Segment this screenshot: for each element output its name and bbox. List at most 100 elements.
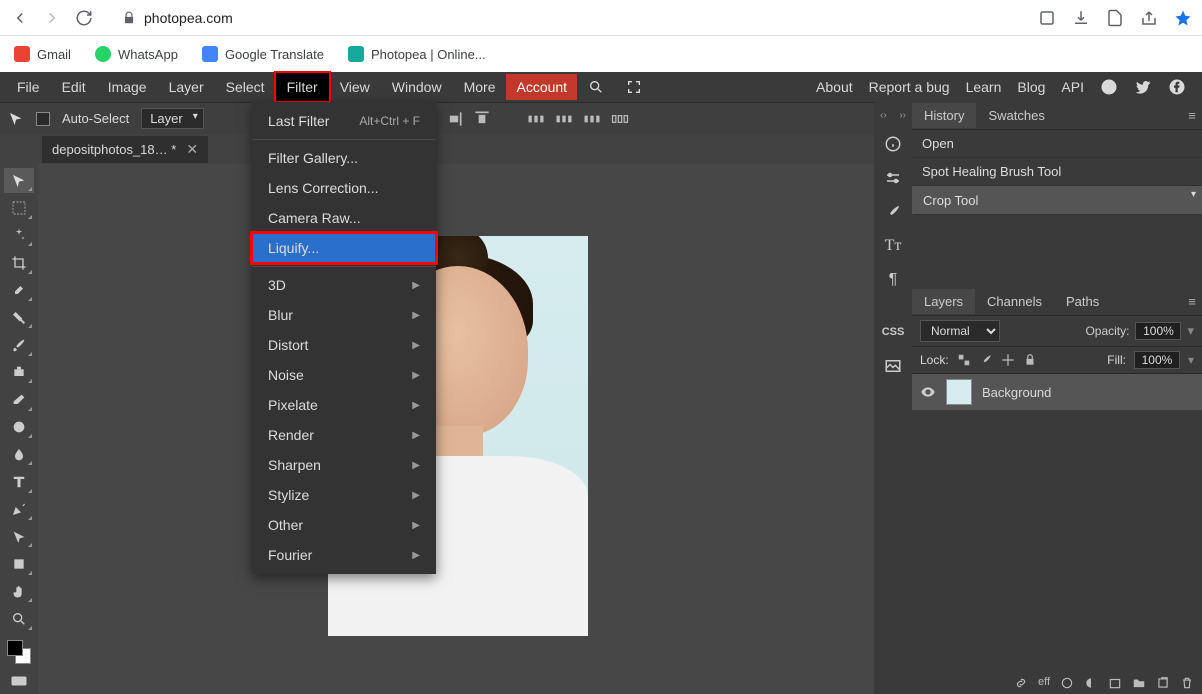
opacity-value[interactable]: 100% xyxy=(1135,322,1181,340)
history-item[interactable]: Open xyxy=(912,130,1202,158)
filter-pixelate[interactable]: Pixelate▶ xyxy=(252,390,436,420)
tab-layers[interactable]: Layers xyxy=(912,289,975,314)
nav-back-button[interactable] xyxy=(10,8,30,28)
delete-layer-icon[interactable] xyxy=(1180,676,1194,690)
distribute-2-icon[interactable] xyxy=(554,109,574,129)
eraser-tool[interactable] xyxy=(4,387,34,412)
menu-filter[interactable]: Filter xyxy=(276,73,329,101)
bookmark-photopea[interactable]: Photopea | Online... xyxy=(348,46,486,62)
link-api[interactable]: API xyxy=(1061,79,1084,95)
menu-layer[interactable]: Layer xyxy=(158,73,215,101)
filter-stylize[interactable]: Stylize▶ xyxy=(252,480,436,510)
panel-menu-icon[interactable]: ≡ xyxy=(1182,108,1202,123)
twitter-icon[interactable] xyxy=(1134,78,1152,96)
new-folder-icon[interactable] xyxy=(1132,676,1146,690)
quick-mask-icon[interactable] xyxy=(4,669,34,694)
filter-liquify[interactable]: Liquify... xyxy=(252,233,436,263)
tab-history[interactable]: History xyxy=(912,103,976,128)
layer-mask-icon[interactable] xyxy=(1060,676,1074,690)
tab-channels[interactable]: Channels xyxy=(975,289,1054,314)
adjust-panel-icon[interactable] xyxy=(882,167,904,189)
align-top-icon[interactable] xyxy=(472,109,492,129)
bookmark-whatsapp[interactable]: WhatsApp xyxy=(95,46,178,62)
nav-forward-button[interactable] xyxy=(42,8,62,28)
crop-tool[interactable] xyxy=(4,250,34,275)
bookmark-gmail[interactable]: Gmail xyxy=(14,46,71,62)
menu-view[interactable]: View xyxy=(329,73,381,101)
fill-chevron-icon[interactable]: ▾ xyxy=(1188,353,1194,367)
menu-window[interactable]: Window xyxy=(381,73,453,101)
menu-select[interactable]: Select xyxy=(215,73,276,101)
menu-account[interactable]: Account xyxy=(506,74,577,100)
canvas-area[interactable] xyxy=(38,164,874,694)
link-report-bug[interactable]: Report a bug xyxy=(869,79,950,95)
share-icon[interactable] xyxy=(1140,9,1158,27)
lock-move-icon[interactable] xyxy=(1001,353,1015,367)
filter-noise[interactable]: Noise▶ xyxy=(252,360,436,390)
gradient-tool[interactable] xyxy=(4,415,34,440)
strip-collapse-icons[interactable]: ‹››› xyxy=(874,110,912,121)
menu-fullscreen-icon[interactable] xyxy=(615,73,653,101)
menu-file[interactable]: File xyxy=(6,73,51,101)
filter-other[interactable]: Other▶ xyxy=(252,510,436,540)
align-right-icon[interactable] xyxy=(444,109,464,129)
tab-swatches[interactable]: Swatches xyxy=(976,103,1056,128)
link-learn[interactable]: Learn xyxy=(966,79,1002,95)
document-tab[interactable]: depositphotos_18… * ✕ xyxy=(42,136,208,163)
lock-transparent-icon[interactable] xyxy=(957,353,971,367)
filter-lens-correction[interactable]: Lens Correction... xyxy=(252,173,436,203)
distribute-3-icon[interactable] xyxy=(582,109,602,129)
zoom-tool[interactable] xyxy=(4,606,34,631)
paragraph-panel-icon[interactable]: ¶ xyxy=(882,269,904,291)
layer-name[interactable]: Background xyxy=(982,385,1051,400)
opacity-chevron-icon[interactable]: ▾ xyxy=(1187,323,1194,339)
menu-more[interactable]: More xyxy=(453,73,507,101)
magic-wand-tool[interactable] xyxy=(4,223,34,248)
facebook-icon[interactable] xyxy=(1168,78,1186,96)
marquee-tool[interactable] xyxy=(4,195,34,220)
new-layer-icon[interactable] xyxy=(1156,676,1170,690)
tab-paths[interactable]: Paths xyxy=(1054,289,1111,314)
lock-all-icon[interactable] xyxy=(1023,353,1037,367)
bookmark-star-icon[interactable] xyxy=(1174,9,1192,27)
type-panel-icon[interactable]: Tт xyxy=(882,235,904,257)
pen-tool[interactable] xyxy=(4,497,34,522)
link-layers-icon[interactable] xyxy=(1014,676,1028,690)
clone-tool[interactable] xyxy=(4,360,34,385)
eyedropper-tool[interactable] xyxy=(4,278,34,303)
distribute-1-icon[interactable] xyxy=(526,109,546,129)
auto-select-checkbox[interactable] xyxy=(36,112,50,126)
reddit-icon[interactable] xyxy=(1100,78,1118,96)
new-group-icon[interactable] xyxy=(1108,676,1122,690)
color-swatches[interactable] xyxy=(4,638,34,667)
filter-last-filter[interactable]: Last FilterAlt+Ctrl + F xyxy=(252,106,436,136)
close-tab-icon[interactable]: ✕ xyxy=(186,141,198,158)
image-panel-icon[interactable] xyxy=(882,355,904,377)
filter-3d[interactable]: 3D▶ xyxy=(252,270,436,300)
menu-image[interactable]: Image xyxy=(97,73,158,101)
panel-menu-icon[interactable]: ≡ xyxy=(1182,294,1202,309)
fill-value[interactable]: 100% xyxy=(1134,351,1180,369)
lock-paint-icon[interactable] xyxy=(979,353,993,367)
css-panel-icon[interactable]: CSS xyxy=(882,321,904,343)
filter-gallery[interactable]: Filter Gallery... xyxy=(252,143,436,173)
link-about[interactable]: About xyxy=(816,79,853,95)
blend-mode-select[interactable]: Normal xyxy=(920,320,1000,342)
adjustment-layer-icon[interactable] xyxy=(1084,676,1098,690)
menu-edit[interactable]: Edit xyxy=(51,73,97,101)
blur-tool[interactable] xyxy=(4,442,34,467)
info-panel-icon[interactable] xyxy=(882,133,904,155)
filter-blur[interactable]: Blur▶ xyxy=(252,300,436,330)
distribute-4-icon[interactable] xyxy=(610,109,630,129)
menu-search-icon[interactable] xyxy=(577,73,615,101)
shape-tool[interactable] xyxy=(4,551,34,576)
type-tool[interactable] xyxy=(4,469,34,494)
nav-reload-button[interactable] xyxy=(74,8,94,28)
filter-distort[interactable]: Distort▶ xyxy=(252,330,436,360)
url-bar[interactable]: photopea.com xyxy=(106,10,1026,26)
install-icon[interactable] xyxy=(1038,9,1056,27)
layer-fx-icon[interactable]: eff xyxy=(1038,676,1050,690)
layer-thumbnail[interactable] xyxy=(946,379,972,405)
link-blog[interactable]: Blog xyxy=(1017,79,1045,95)
heal-tool[interactable] xyxy=(4,305,34,330)
